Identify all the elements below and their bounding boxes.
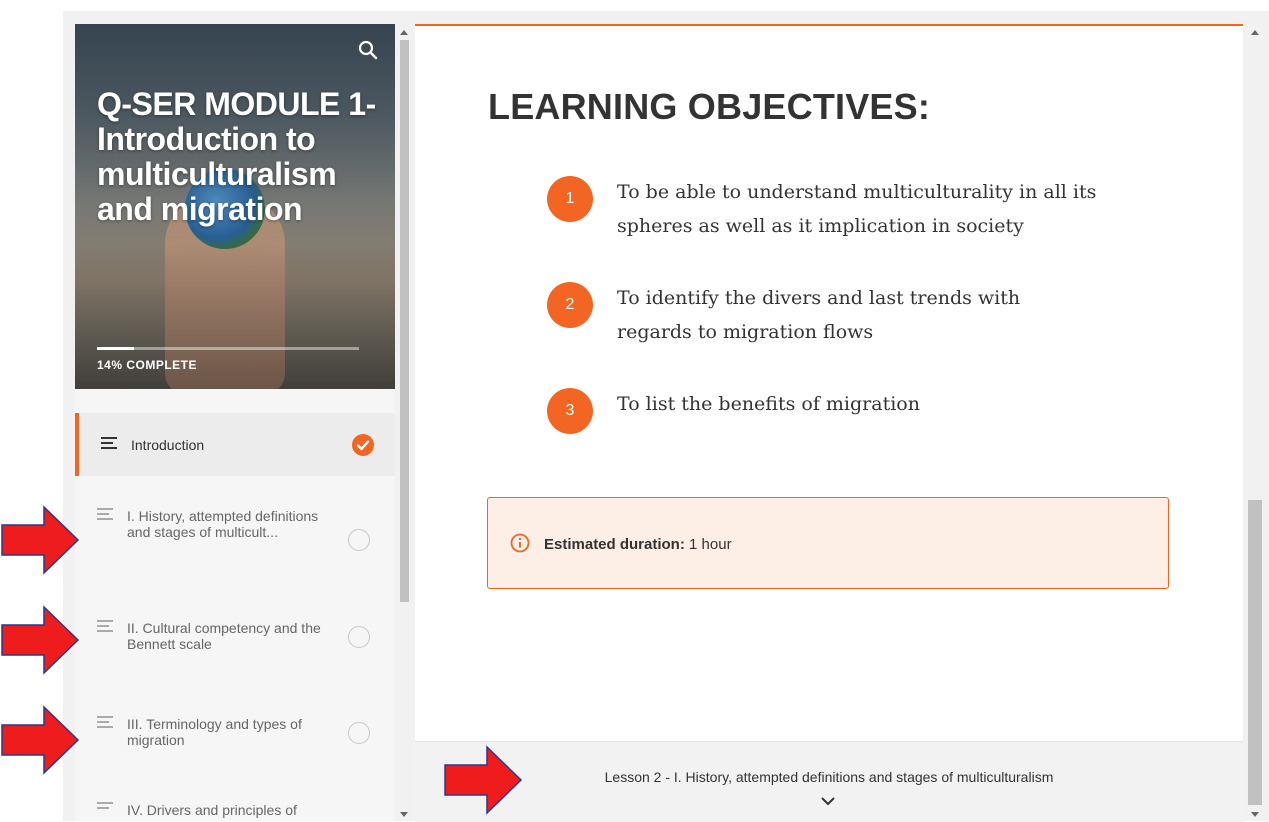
course-sidebar: Q-SER MODULE 1- Introduction to multicul… <box>75 24 395 821</box>
red-arrow-icon <box>1 705 80 775</box>
sidebar-scroll-up-icon[interactable] <box>400 30 408 35</box>
next-lesson-button[interactable]: Lesson 2 - I. History, attempted definit… <box>415 741 1243 822</box>
page-title: LEARNING OBJECTIVES: <box>488 86 931 127</box>
lesson-content: LEARNING OBJECTIVES: 1 To be able to und… <box>415 24 1243 822</box>
search-icon <box>358 40 378 60</box>
lesson-label: IV. Drivers and principles of <box>127 802 297 818</box>
sidebar-scroll-down-icon[interactable] <box>400 812 408 817</box>
objective-item: 1 To be able to understand multicultural… <box>547 171 1107 241</box>
objective-number: 2 <box>547 282 593 328</box>
duration-text: Estimated duration: 1 hour <box>544 536 732 553</box>
course-title: Q-SER MODULE 1- Introduction to multicul… <box>97 86 376 227</box>
menu-lines-icon <box>97 508 113 520</box>
objective-text: To identify the divers and last trends w… <box>617 287 1021 343</box>
lesson-status-circle <box>348 722 370 744</box>
lesson-item-introduction[interactable]: Introduction <box>75 413 395 476</box>
objective-number: 1 <box>547 176 593 222</box>
objectives-list: 1 To be able to understand multicultural… <box>547 171 1107 489</box>
next-lesson-label: Lesson 2 - I. History, attempted definit… <box>604 769 1054 785</box>
course-progress-bar <box>97 347 359 350</box>
red-arrow-icon <box>444 745 523 815</box>
lesson-item-drivers[interactable]: IV. Drivers and principles of <box>75 780 395 820</box>
sidebar-scrollbar-thumb[interactable] <box>400 40 409 602</box>
lesson-label: I. History, attempted definitions and st… <box>127 508 319 540</box>
course-progress-fill <box>97 347 134 350</box>
lesson-list: Introduction I. History, attempted defin… <box>75 413 395 820</box>
check-icon <box>356 440 370 451</box>
lesson-item-terminology[interactable]: III. Terminology and types of migration <box>75 692 395 780</box>
content-scrollbar-thumb[interactable] <box>1248 500 1262 805</box>
info-icon <box>510 533 530 553</box>
menu-lines-icon <box>97 620 113 632</box>
course-progress-label: 14% COMPLETE <box>97 358 198 372</box>
lesson-complete-badge <box>352 434 374 456</box>
chevron-down-icon <box>821 797 835 806</box>
menu-lines-icon <box>97 716 113 728</box>
objective-number: 3 <box>547 388 593 434</box>
objective-item: 2 To identify the divers and last trends… <box>547 277 1107 347</box>
duration-label: Estimated duration: <box>544 536 685 553</box>
red-arrow-icon <box>1 505 80 575</box>
objective-item: 3 To list the benefits of migration <box>547 383 1107 453</box>
search-button[interactable] <box>356 38 380 62</box>
lesson-label: Introduction <box>131 437 205 453</box>
lesson-item-history[interactable]: I. History, attempted definitions and st… <box>75 476 395 588</box>
course-hero: Q-SER MODULE 1- Introduction to multicul… <box>75 24 395 389</box>
lesson-label: III. Terminology and types of migration <box>127 716 302 748</box>
lesson-status-circle <box>348 529 370 551</box>
duration-value: 1 hour <box>689 536 732 553</box>
objective-text: To list the benefits of migration <box>617 393 920 415</box>
content-scroll-up-icon[interactable] <box>1251 30 1259 35</box>
menu-lines-icon <box>101 437 117 449</box>
lesson-status-circle <box>348 626 370 648</box>
menu-lines-icon <box>97 802 113 809</box>
lesson-item-cultural-competency[interactable]: II. Cultural competency and the Bennett … <box>75 588 395 692</box>
red-arrow-icon <box>1 605 80 675</box>
objective-text: To be able to understand multiculturalit… <box>617 181 1097 237</box>
duration-note: Estimated duration: 1 hour <box>487 497 1169 589</box>
lesson-label: II. Cultural competency and the Bennett … <box>127 620 321 652</box>
content-scroll-down-icon[interactable] <box>1251 812 1259 817</box>
